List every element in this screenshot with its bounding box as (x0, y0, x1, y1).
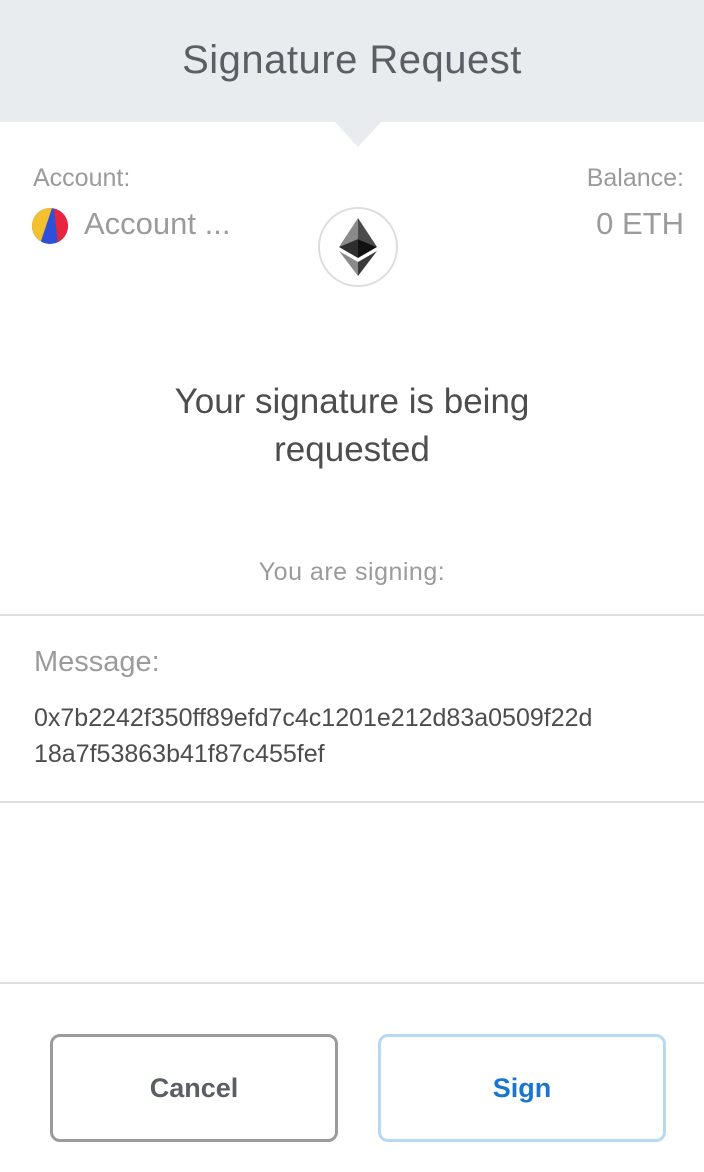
divider (0, 982, 704, 984)
page-title: Signature Request (182, 37, 522, 82)
sign-button[interactable]: Sign (378, 1034, 666, 1142)
headline-line-1: Your signature is being (174, 382, 530, 421)
header: Signature Request (0, 0, 704, 122)
message-value-line-1: 0x7b2242f350ff89efd7c4c1201e212d83a0509f… (34, 704, 593, 732)
headline-line-2: requested (274, 430, 430, 469)
balance-label: Balance: (586, 164, 684, 192)
ethereum-icon (318, 207, 398, 287)
message-value: 0x7b2242f350ff89efd7c4c1201e212d83a0509f… (34, 700, 684, 772)
header-notch (334, 121, 382, 147)
message-label: Message: (34, 646, 160, 678)
account-name[interactable]: Account ... (84, 206, 230, 242)
account-label: Account: (33, 164, 131, 192)
message-value-line-2: 18a7f53863b41f87c455fef (34, 740, 325, 768)
avatar (32, 208, 68, 244)
signature-request-page: Signature Request Account: Balance: Acco… (0, 0, 704, 1172)
divider (0, 614, 704, 616)
divider (0, 801, 704, 803)
signing-label: You are signing: (258, 558, 446, 586)
signature-headline: Your signature is being requested (0, 378, 704, 474)
balance-value: 0 ETH (596, 206, 684, 241)
cancel-button[interactable]: Cancel (50, 1034, 338, 1142)
